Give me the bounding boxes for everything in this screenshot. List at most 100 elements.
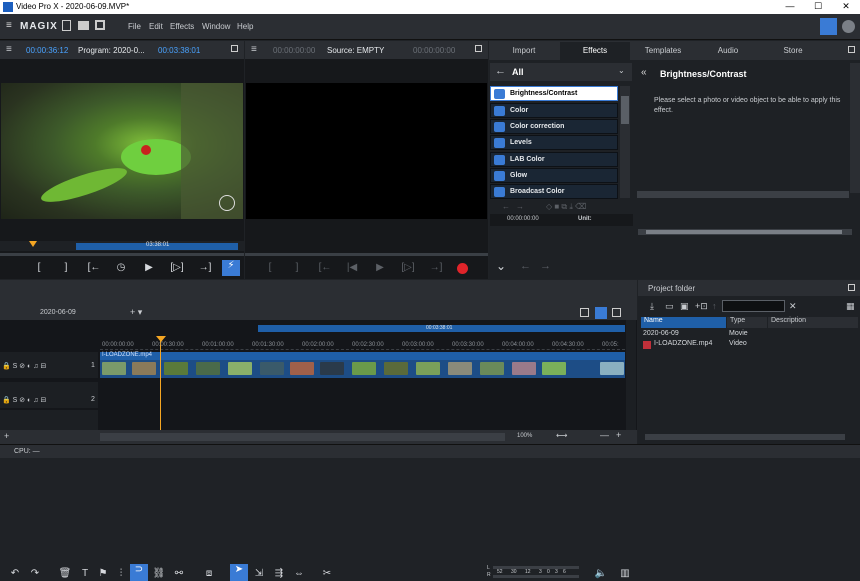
project-row[interactable]: 2020-06-09 Movie: [641, 330, 856, 340]
add-tab-icon[interactable]: + ▾: [130, 307, 142, 318]
effect-color-correction[interactable]: Color correction: [490, 119, 618, 134]
clear-search-icon[interactable]: ✕: [789, 301, 797, 312]
settings-gear-icon[interactable]: [842, 20, 855, 33]
maximize-button[interactable]: ☐: [808, 1, 828, 12]
menu-edit[interactable]: Edit: [149, 22, 163, 31]
menu-icon[interactable]: ≡: [6, 20, 12, 31]
save-icon[interactable]: [95, 20, 105, 30]
play-icon[interactable]: ▶: [372, 262, 388, 273]
range-tool-icon[interactable]: ⇔: [292, 568, 306, 579]
column-header-description[interactable]: Description: [768, 317, 858, 328]
close-button[interactable]: ✕: [836, 1, 856, 12]
delete-icon[interactable]: 🗑: [58, 568, 72, 579]
mark-out-icon[interactable]: ]: [289, 262, 305, 273]
redo-icon[interactable]: ↷: [28, 568, 42, 579]
back-arrow-icon[interactable]: ←: [495, 65, 506, 77]
menu-window[interactable]: Window: [202, 22, 230, 31]
add-icon[interactable]: +⊡: [695, 301, 708, 312]
view-mode-icon[interactable]: [580, 308, 589, 317]
timeline-v-scrollbar[interactable]: [626, 320, 636, 432]
tab-effects[interactable]: Effects: [560, 42, 630, 60]
tab-store[interactable]: Store: [758, 42, 828, 60]
timeline-h-scrollbar[interactable]: [100, 433, 505, 441]
video-preview[interactable]: [1, 83, 243, 219]
effect-brightness-contrast[interactable]: Brightness/Contrast: [490, 86, 618, 101]
timeline-tab[interactable]: 2020-06-09: [40, 309, 76, 316]
chevron-down-icon[interactable]: ⌄: [618, 66, 625, 75]
open-folder-icon[interactable]: ▭: [665, 301, 674, 312]
project-h-scrollbar[interactable]: [645, 434, 845, 440]
timeline-mode-button[interactable]: [595, 307, 607, 319]
up-folder-icon[interactable]: ↑: [712, 301, 717, 311]
program-progress-track[interactable]: [0, 253, 244, 256]
panel-menu-icon[interactable]: ≡: [6, 44, 12, 55]
go-to-in-icon[interactable]: [←: [317, 262, 333, 273]
minimize-button[interactable]: —: [780, 1, 800, 11]
maximize-panel-icon[interactable]: [231, 45, 238, 52]
effect-color[interactable]: Color: [490, 103, 618, 118]
effects-list-scroll-thumb[interactable]: [621, 96, 629, 124]
effect-levels[interactable]: Levels: [490, 135, 618, 150]
source-preview[interactable]: [246, 83, 487, 219]
panel-maximize-icon[interactable]: [848, 46, 855, 53]
program-scrub-bar[interactable]: 03:38:01: [0, 241, 244, 251]
zoom-level[interactable]: 100%: [517, 433, 532, 439]
tab-templates[interactable]: Templates: [628, 42, 698, 60]
program-timecode[interactable]: 00:00:36:12: [26, 46, 68, 55]
pointer-button[interactable]: ➤: [230, 564, 248, 581]
ripple-button[interactable]: ⊃: [130, 564, 148, 581]
zoom-out-icon[interactable]: —: [600, 430, 609, 440]
split-icon[interactable]: ⫶: [114, 568, 128, 579]
insert-frame-icon[interactable]: ⧈: [202, 568, 216, 579]
go-to-in-icon[interactable]: [←: [86, 262, 102, 273]
mark-in-icon[interactable]: [: [262, 262, 278, 273]
play-icon[interactable]: ▶: [141, 262, 157, 273]
maximize-panel-icon[interactable]: [475, 45, 482, 52]
undo-icon[interactable]: ↶: [8, 568, 22, 579]
crosshair-icon[interactable]: [219, 195, 235, 211]
new-file-icon[interactable]: [62, 20, 71, 31]
collapse-icon[interactable]: «: [641, 67, 647, 78]
track-controls-icons[interactable]: 🔒 S ⊘ ◐ ♫ ⊟: [2, 362, 46, 370]
tab-audio[interactable]: Audio: [693, 42, 763, 60]
menu-file[interactable]: File: [128, 22, 141, 31]
maximize-panel-icon[interactable]: [848, 284, 855, 291]
skip-back-icon[interactable]: |◀: [344, 262, 360, 273]
insert-icon[interactable]: →]: [197, 262, 213, 273]
project-row[interactable]: I-LOADZONE.mp4 Video: [641, 340, 856, 350]
clip-header[interactable]: I-LOADZONE.mp4: [100, 352, 625, 360]
unlink-icon[interactable]: ⚯: [172, 568, 186, 579]
prev-keyframe-icon[interactable]: ←: [502, 202, 510, 211]
effects-breadcrumb[interactable]: ← All ⌄: [490, 63, 632, 81]
title-icon[interactable]: T: [78, 568, 92, 579]
column-header-name[interactable]: Name: [641, 317, 726, 328]
mark-out-icon[interactable]: ]: [58, 262, 74, 273]
open-folder-icon[interactable]: [78, 21, 89, 30]
effect-broadcast-color[interactable]: Broadcast Color: [490, 184, 618, 199]
go-to-out-icon[interactable]: [▷]: [400, 262, 416, 273]
effect-lab-color[interactable]: LAB Color: [490, 152, 618, 167]
column-header-type[interactable]: Type: [727, 317, 767, 328]
range-bar[interactable]: 00:03:38:01: [258, 325, 625, 332]
project-search-input[interactable]: [722, 300, 785, 312]
mark-in-icon[interactable]: [: [31, 262, 47, 273]
menu-help[interactable]: Help: [237, 22, 253, 31]
speaker-icon[interactable]: 🔈: [594, 568, 608, 579]
layout-button[interactable]: [820, 18, 837, 35]
go-to-out-icon[interactable]: [▷]: [169, 262, 185, 273]
trim-tool-icon[interactable]: ⇶: [272, 568, 286, 579]
mixer-icon[interactable]: ▥: [618, 568, 632, 579]
expand-down-icon[interactable]: ⌄: [496, 259, 506, 273]
effect-glow[interactable]: Glow: [490, 168, 618, 183]
record-button[interactable]: [457, 263, 468, 274]
panel-menu-icon[interactable]: ≡: [251, 44, 257, 55]
track-controls-icons[interactable]: 🔒 S ⊘ ◐ ♫ ⊟: [2, 396, 46, 404]
next-keyframe-icon[interactable]: →: [516, 202, 524, 211]
playhead-line[interactable]: [160, 336, 161, 432]
keyframe-slider[interactable]: [638, 229, 852, 235]
stopwatch-icon[interactable]: ◷: [113, 262, 129, 273]
zoom-in-icon[interactable]: +: [616, 430, 621, 440]
tab-import[interactable]: Import: [489, 42, 559, 60]
menu-effects[interactable]: Effects: [170, 22, 194, 31]
back-arrow-icon[interactable]: ←: [520, 260, 531, 272]
